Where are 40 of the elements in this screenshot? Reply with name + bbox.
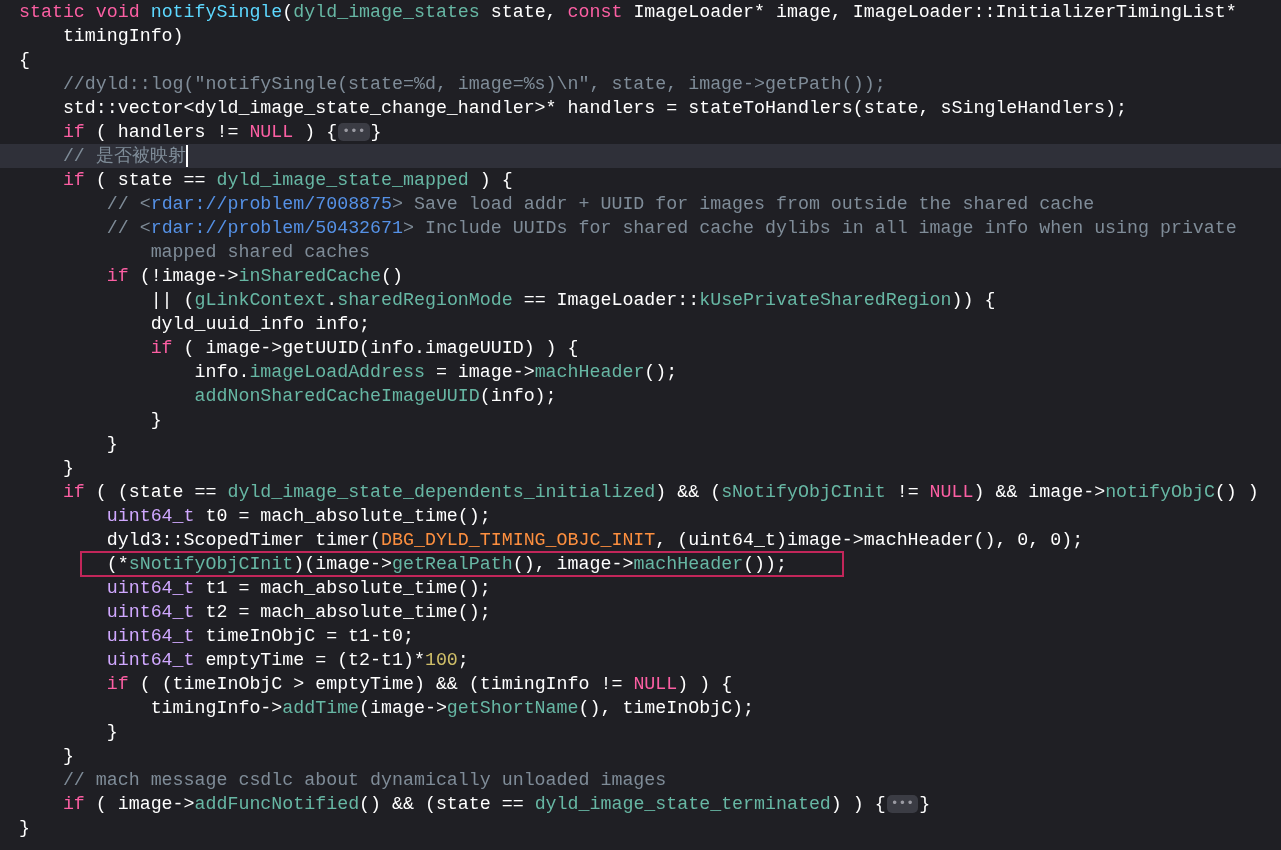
code-text: //dyld::log("notifySingle(state=%d, image=%s)\n", state, image->getPath()); [61,73,886,96]
code-text: } [105,721,118,744]
code-text: uint64_t t1 = mach_absolute_time(); [105,577,491,600]
code-text: // mach message csdlc about dynamically unloaded images [61,769,667,792]
code-text: dyld3::ScopedTimer timer(DBG_DYLD_TIMING_OBJC_INIT, (uint64_t)image->machHeader(), 0, 0); [105,529,1084,552]
code-text: if ( image->addFuncNotified() && (state == dyld_image_state_terminated) ) { [61,793,886,816]
code-text: info.imageLoadAddress = image->machHeader(); [193,361,678,384]
fold-button[interactable]: ••• [886,795,919,813]
code-text: if ( (state == dyld_image_state_dependents_initialized) && (sNotifyObjCInit != NULL) && image->notifyObjC() ) [61,481,1259,504]
code-text: } [19,817,30,840]
code-text: // <rdar://problem/7008875> Save load addr + UUID for images from outside the shared cache [105,193,1095,216]
code-text: if (!image->inSharedCache() [105,265,403,288]
code-text: uint64_t timeInObjC = t1-t0; [105,625,414,648]
code-text: if ( image->getUUID(info.imageUUID) ) { [149,337,579,360]
fold-button[interactable]: ••• [338,123,370,141]
code-text: static void notifySingle(dyld_image_states state, const ImageLoader* image, ImageLoader::InitializerTimingList* [19,1,1237,24]
code-text: std::vector<dyld_image_state_change_handler>* handlers = stateToHandlers(state, sSingleHandlers); [61,97,1128,120]
code-text: if ( state == dyld_image_state_mapped ) { [61,169,513,192]
code-text: timingInfo->addTime(image->getShortName(), timeInObjC); [149,697,755,720]
code-text: } [370,121,382,144]
code-text: // 是否被映射 [61,145,186,168]
code-text: if ( handlers != NULL ) { [61,121,338,144]
code-text: || (gLinkContext.sharedRegionMode == ImageLoader::kUsePrivateSharedRegion)) { [149,289,996,312]
code-text: // <rdar://problem/50432671> Include UUIDs for shared cache dylibs in all image info when using private [105,217,1237,240]
text-cursor [185,145,188,167]
code-text: if ( (timeInObjC > emptyTime) && (timingInfo != NULL) ) { [105,673,733,696]
code-text: mapped shared caches [149,241,371,264]
code-text: { [19,49,30,72]
code-text: timingInfo) [61,25,184,48]
code-text: } [919,793,931,816]
code-text: } [61,745,74,768]
code-text: uint64_t emptyTime = (t2-t1)*100; [105,649,469,672]
code-text: } [61,457,74,480]
code-text: uint64_t t0 = mach_absolute_time(); [105,505,491,528]
code-text: (*sNotifyObjCInit)(image->getRealPath(), image->machHeader()); [105,553,787,576]
code-text: } [149,409,162,432]
code-text: addNonSharedCacheImageUUID(info); [193,385,557,408]
code-text: } [105,433,118,456]
code-text: dyld_uuid_info info; [149,313,371,336]
code-text: uint64_t t2 = mach_absolute_time(); [105,601,491,624]
